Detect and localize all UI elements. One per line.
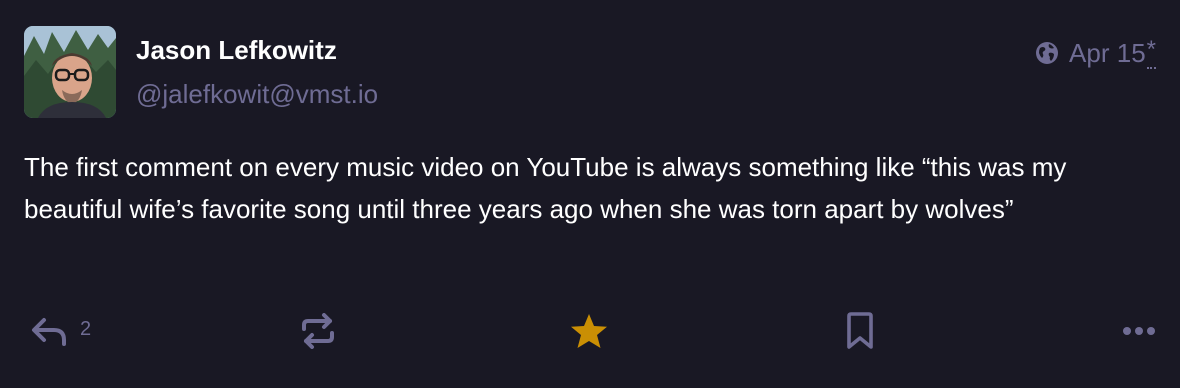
boost-button[interactable] (300, 308, 336, 354)
star-icon (570, 313, 608, 349)
status-card: Jason Lefkowitz @jalefkowit@vmst.io Apr … (0, 0, 1180, 388)
author-handle[interactable]: @jalefkowit@vmst.io (136, 78, 378, 110)
more-button[interactable] (1122, 308, 1156, 354)
reply-count: 2 (80, 317, 92, 340)
avatar[interactable] (24, 26, 116, 118)
favourite-button[interactable] (570, 308, 608, 354)
globe-icon (1035, 41, 1059, 65)
bookmark-icon (844, 312, 876, 350)
timestamp: Apr 15 (1069, 38, 1146, 68)
timestamp-link[interactable]: Apr 15 * (1069, 37, 1156, 69)
more-icon (1122, 326, 1156, 336)
status-content: The first comment on every music video o… (24, 152, 1067, 224)
status-meta: Apr 15 * (1035, 37, 1156, 69)
bookmark-button[interactable] (844, 308, 876, 354)
avatar-image (24, 26, 116, 118)
edited-indicator[interactable]: * (1146, 37, 1156, 69)
action-bar: 2 (24, 308, 1156, 354)
reply-icon (30, 314, 68, 348)
reply-button[interactable]: 2 (30, 308, 91, 354)
boost-icon (300, 313, 336, 349)
author-display-name[interactable]: Jason Lefkowitz (136, 34, 337, 66)
